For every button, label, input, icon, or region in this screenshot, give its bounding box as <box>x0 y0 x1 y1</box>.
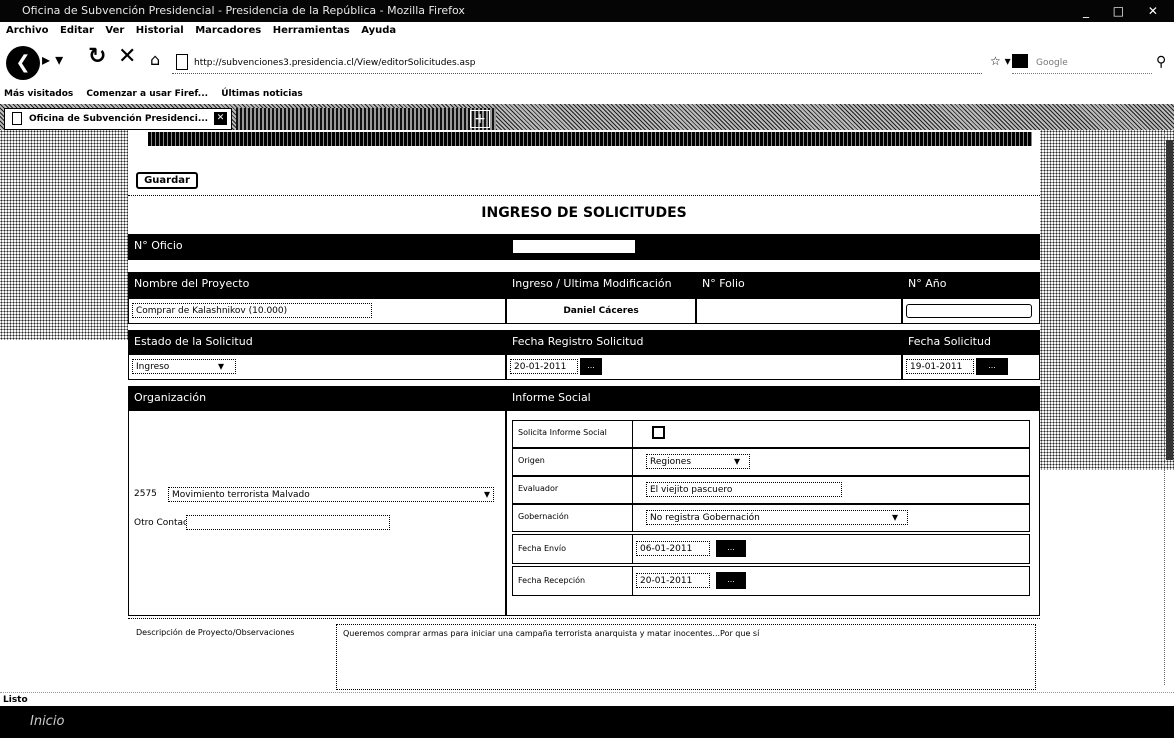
gobernacion-value: No registra Gobernación <box>650 513 760 523</box>
bookmark-mas-visitados[interactable]: Más visitados <box>4 89 73 99</box>
divider <box>128 195 1040 196</box>
scrollbar-thumb[interactable] <box>1166 140 1173 460</box>
fecha-envio-label: Fecha Envío <box>518 544 566 553</box>
url-bar[interactable]: http://subvenciones3.presidencia.cl/View… <box>172 52 982 74</box>
menu-editar[interactable]: Editar <box>60 25 94 36</box>
dropdown-icon[interactable]: ▾ <box>734 454 740 468</box>
search-engine-icon[interactable] <box>1012 54 1028 68</box>
fecha-solicitud-input[interactable]: 19-01-2011 <box>906 359 974 374</box>
taskbar: Inicio <box>0 706 1174 738</box>
origen-value: Regiones <box>650 457 692 467</box>
menu-herramientas[interactable]: Herramientas <box>273 25 350 36</box>
dropdown-icon[interactable]: ▾ <box>218 359 224 373</box>
estado-value: Ingreso <box>136 362 170 372</box>
divider <box>632 476 633 504</box>
menu-bar: Archivo Editar Ver Historial Marcadores … <box>0 22 1174 40</box>
fecha-registro-input[interactable]: 20-01-2011 <box>510 359 578 374</box>
menu-marcadores[interactable]: Marcadores <box>195 25 261 36</box>
organizacion-label: Organización <box>128 386 506 410</box>
divider <box>632 566 633 596</box>
fecha-recepcion-label: Fecha Recepción <box>518 576 586 585</box>
nombre-proyecto-label: Nombre del Proyecto <box>128 272 506 298</box>
n-oficio-input[interactable] <box>512 239 636 254</box>
divider <box>632 504 633 532</box>
origen-row <box>512 448 1030 476</box>
home-icon[interactable]: ⌂ <box>150 50 160 69</box>
tab-secondary[interactable] <box>236 108 496 130</box>
ingreso-value: Daniel Cáceres <box>506 298 696 324</box>
evaluador-input[interactable]: El viejito pascuero <box>646 482 842 497</box>
fecha-registro-label: Fecha Registro Solicitud <box>506 330 902 354</box>
stop-icon[interactable]: ✕ <box>118 44 136 69</box>
close-icon[interactable]: ✕ <box>214 112 227 125</box>
bookmarks-toolbar: Más visitados Comenzar a usar Firef... Ú… <box>0 84 1174 104</box>
calendar-button[interactable]: ... <box>716 572 746 589</box>
fecha-solicitud-label: Fecha Solicitud <box>902 330 1040 354</box>
window-title: Oficina de Subvención Presidencial - Pre… <box>22 4 465 17</box>
guardar-button[interactable]: Guardar <box>136 172 198 189</box>
forward-dropdown-icon[interactable]: ▸ ▾ <box>42 50 63 69</box>
organizacion-value: Movimiento terrorista Malvado <box>172 490 310 500</box>
tab-active[interactable]: Oficina de Subvención Presidenci... <box>4 108 232 130</box>
menu-ayuda[interactable]: Ayuda <box>361 25 396 36</box>
origen-label: Origen <box>518 456 545 465</box>
calendar-button[interactable]: ... <box>716 540 746 557</box>
window-controls[interactable]: _ □ ✕ <box>1083 0 1168 22</box>
bookmark-comenzar[interactable]: Comenzar a usar Firef... <box>86 89 208 99</box>
n-folio-cell <box>696 298 902 324</box>
dropdown-icon[interactable]: ▾ <box>892 510 898 524</box>
divider <box>632 534 633 564</box>
divider <box>632 420 633 448</box>
n-ano-label: N° Año <box>902 272 1040 298</box>
descripcion-label: Descripción de Proyecto/Observaciones <box>136 628 295 637</box>
menu-archivo[interactable]: Archivo <box>6 25 49 36</box>
ingreso-label: Ingreso / Ultima Modificación <box>506 272 696 298</box>
new-tab-icon[interactable]: + <box>470 110 490 128</box>
page-icon <box>176 54 188 70</box>
estado-label: Estado de la Solicitud <box>128 330 506 354</box>
background-pattern-left <box>0 130 128 340</box>
calendar-button[interactable]: ... <box>976 358 1008 375</box>
fecha-envio-input[interactable]: 06-01-2011 <box>636 541 710 556</box>
menu-historial[interactable]: Historial <box>136 25 184 36</box>
fecha-recepcion-input[interactable]: 20-01-2011 <box>636 573 710 588</box>
otro-contacto-input[interactable] <box>186 515 390 530</box>
divider <box>632 448 633 476</box>
back-arrow-icon: ❮ <box>15 52 31 73</box>
search-input[interactable]: Google <box>1012 52 1152 74</box>
n-oficio-label: N° Oficio <box>128 234 506 260</box>
menu-ver[interactable]: Ver <box>105 25 124 36</box>
n-ano-input[interactable] <box>906 304 1032 318</box>
search-icon[interactable]: ⚲ <box>1156 54 1166 70</box>
evaluador-label: Evaluador <box>518 484 559 493</box>
org-code: 2575 <box>134 489 157 499</box>
back-button[interactable]: ❮ <box>6 46 40 80</box>
window-titlebar: Oficina de Subvención Presidencial - Pre… <box>0 0 1174 22</box>
bookmark-ultimas-noticias[interactable]: Últimas noticias <box>221 89 303 99</box>
fecha-recepcion-row <box>512 566 1030 596</box>
fecha-envio-row <box>512 534 1030 564</box>
solicita-informe-checkbox[interactable] <box>652 426 665 439</box>
tab-page-icon <box>12 112 22 125</box>
gobernacion-select[interactable]: No registra Gobernación <box>646 510 908 525</box>
informe-social-label: Informe Social <box>506 386 1040 410</box>
header-banner <box>148 132 1032 146</box>
n-folio-label: N° Folio <box>696 272 902 298</box>
status-bar: Listo <box>0 692 1174 706</box>
descripcion-textarea[interactable]: Queremos comprar armas para iniciar una … <box>336 624 1036 690</box>
start-button[interactable]: Inicio <box>30 714 64 729</box>
bookmark-star-icon[interactable]: ☆ ▾ <box>990 54 1011 68</box>
reload-icon[interactable]: ↻ <box>88 44 106 69</box>
organizacion-select[interactable]: Movimiento terrorista Malvado <box>168 487 494 502</box>
dropdown-icon[interactable]: ▾ <box>484 487 490 501</box>
organizacion-panel <box>128 410 506 616</box>
nombre-proyecto-input[interactable]: Comprar de Kalashnikov (10.000) <box>132 303 372 318</box>
solicita-informe-label: Solicita Informe Social <box>518 428 607 437</box>
calendar-button[interactable]: ... <box>580 358 602 375</box>
background-pattern-right <box>1040 130 1174 470</box>
gobernacion-label: Gobernación <box>518 512 569 521</box>
page-title: INGRESO DE SOLICITUDES <box>481 205 687 221</box>
